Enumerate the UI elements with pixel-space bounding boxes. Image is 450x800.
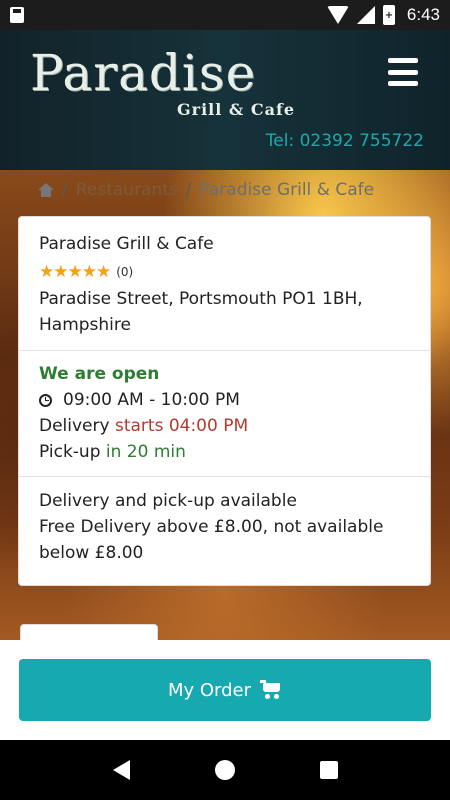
sd-card-icon	[10, 7, 24, 23]
recent-apps-icon[interactable]	[319, 761, 338, 779]
home-icon[interactable]	[38, 183, 54, 197]
pickup-time: in 20 min	[105, 442, 186, 462]
wifi-icon	[326, 6, 349, 24]
opening-hours: We are open 09:00 AM - 10:00 PM Delivery…	[19, 351, 430, 477]
breadcrumb-current: Paradise Grill & Cafe	[199, 180, 375, 200]
hours-row: 09:00 AM - 10:00 PM	[39, 387, 410, 413]
battery-charging-label: +	[384, 9, 394, 21]
app-header: Paradise Grill & Cafe Tel: 02392 755722	[0, 30, 450, 170]
breadcrumb-separator: /	[185, 180, 192, 200]
order-footer: My Order	[0, 640, 450, 740]
restaurant-name: Paradise Grill & Cafe	[39, 234, 214, 254]
free-delivery-note: Free Delivery above £8.00, not available…	[39, 517, 384, 563]
breadcrumb: / Restaurants / Paradise Grill & Cafe	[38, 180, 374, 200]
status-bar: + 6:43	[0, 0, 450, 30]
restaurant-info-card: Paradise Grill & Cafe ★★★★★ (0) Paradise…	[18, 216, 431, 586]
delivery-start: starts 04:00 PM	[114, 416, 249, 436]
breadcrumb-restaurants-link[interactable]: Restaurants	[76, 180, 178, 200]
rating: ★★★★★ (0)	[39, 262, 410, 282]
pickup-label: Pick-up	[39, 442, 106, 462]
home-button-icon[interactable]	[214, 760, 235, 780]
my-order-label: My Order	[167, 679, 252, 701]
rating-count: (0)	[116, 265, 134, 279]
clock-icon	[39, 393, 52, 407]
phone-number-link[interactable]: Tel: 02392 755722	[266, 131, 424, 151]
battery-icon: +	[382, 5, 395, 25]
logo[interactable]: Paradise Grill & Cafe	[30, 44, 294, 119]
breadcrumb-separator: /	[62, 180, 68, 200]
service-info: Delivery and pick-up available Free Deli…	[19, 477, 430, 566]
logo-main-text: Paradise	[30, 44, 257, 102]
star-rating-icon: ★★★★★	[39, 262, 111, 282]
service-availability: Delivery and pick-up available	[39, 491, 297, 511]
clock-time: 6:43	[406, 5, 440, 24]
android-nav-bar	[0, 740, 450, 800]
hamburger-menu-icon[interactable]	[388, 58, 418, 86]
restaurant-summary: Paradise Grill & Cafe ★★★★★ (0) Paradise…	[19, 217, 430, 351]
my-order-button[interactable]: My Order	[19, 659, 431, 721]
restaurant-address: Paradise Street, Portsmouth PO1 1BH, Ham…	[39, 289, 363, 335]
pickup-info: Pick-up in 20 min	[39, 439, 410, 465]
opening-time-range: 09:00 AM - 10:00 PM	[63, 390, 240, 410]
logo-sub-text: Grill & Cafe	[177, 100, 296, 119]
delivery-info: Delivery starts 04:00 PM	[39, 413, 410, 439]
signal-icon	[356, 6, 375, 24]
delivery-label: Delivery	[39, 416, 115, 436]
open-status: We are open	[39, 364, 160, 384]
shopping-cart-icon	[260, 680, 282, 700]
back-icon[interactable]	[112, 760, 130, 780]
